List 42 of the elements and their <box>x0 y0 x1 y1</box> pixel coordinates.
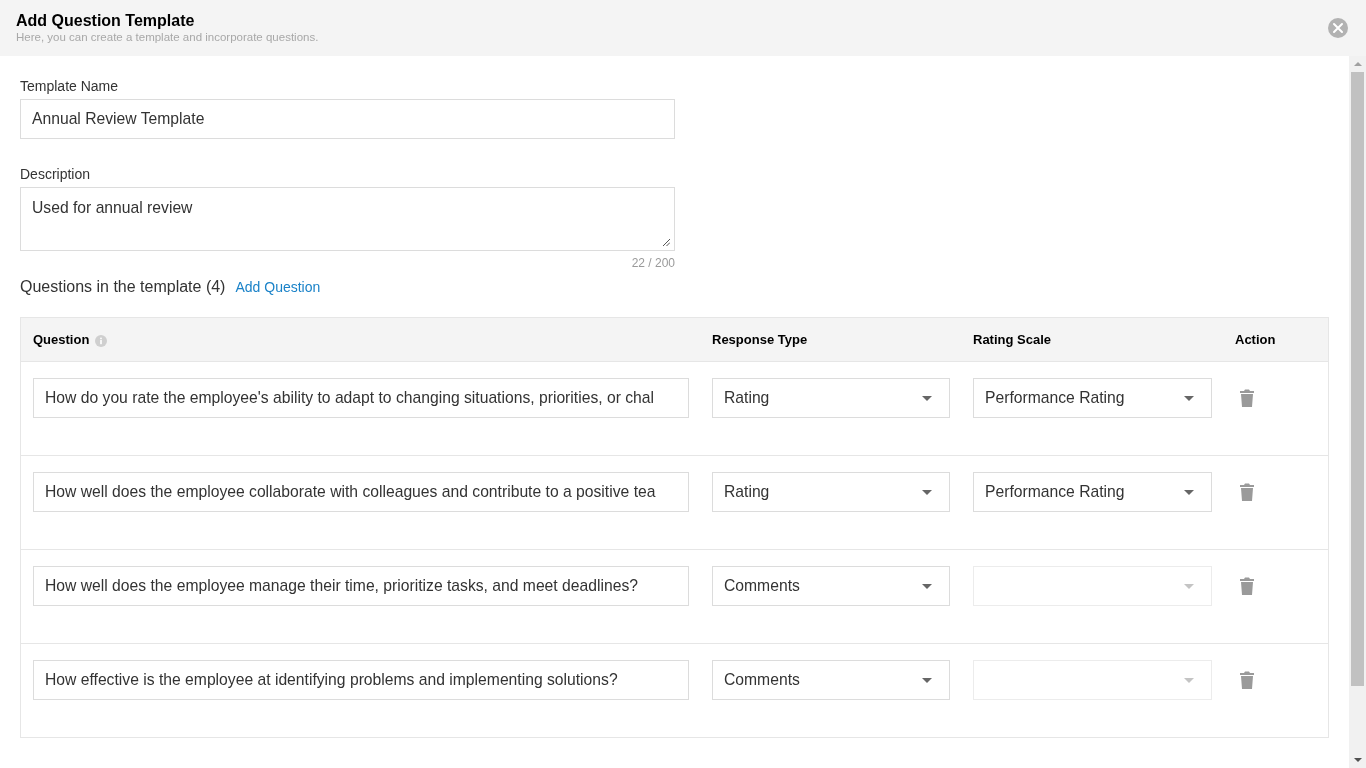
question-field[interactable]: How effective is the employee at identifying problems and implementing solutions? <box>33 660 689 700</box>
info-icon[interactable] <box>95 334 108 347</box>
description-field[interactable]: Used for annual review <box>20 187 675 251</box>
column-header: Rating Scale <box>973 332 1052 347</box>
question-field[interactable]: How well does the employee collaborate with colleagues and contribute to a positive tea <box>33 472 689 512</box>
close-icon[interactable] <box>1328 18 1348 38</box>
dialog-subtitle: Here, you can create a template and incorporate questions. <box>16 29 319 44</box>
response-type-dropdown[interactable]: Rating <box>712 378 950 418</box>
field-label: Description <box>20 165 91 183</box>
question-field[interactable]: How well does the employee manage their time, prioritize tasks, and meet deadlines? <box>33 566 689 606</box>
question-field[interactable]: How do you rate the employee's ability to adapt to changing situations, priorities, or chal <box>33 378 689 418</box>
trash-icon[interactable] <box>1240 577 1254 595</box>
column-header: Action <box>1235 332 1276 347</box>
response-type-dropdown[interactable]: Comments <box>712 660 950 700</box>
dialog-title: Add Question Template <box>16 10 195 30</box>
trash-icon[interactable] <box>1240 389 1254 407</box>
rating-scale-dropdown[interactable]: Performance Rating <box>973 472 1212 512</box>
scrollbar[interactable] <box>1349 56 1366 768</box>
template-name-field[interactable]: Annual Review Template <box>20 99 675 139</box>
scrollbar-thumb[interactable] <box>1351 72 1364 686</box>
section-title: Questions in the template (4) <box>20 277 226 297</box>
caret-icon <box>922 489 932 495</box>
caret-icon <box>1184 489 1194 495</box>
caret-icon <box>1184 677 1194 683</box>
column-header: Response Type <box>712 332 808 347</box>
character-counter: 22 / 200 <box>631 256 675 270</box>
response-type-dropdown[interactable]: Comments <box>712 566 950 606</box>
caret-icon <box>1184 395 1194 401</box>
response-type-dropdown[interactable]: Rating <box>712 472 950 512</box>
scroll-up-icon[interactable] <box>1353 62 1362 66</box>
caret-icon <box>1184 583 1194 589</box>
caret-icon <box>922 677 932 683</box>
field-label: Template Name <box>20 77 119 95</box>
column-header: Question <box>33 332 90 347</box>
trash-icon[interactable] <box>1240 671 1254 689</box>
caret-icon <box>922 395 932 401</box>
resize-handle-icon[interactable] <box>662 238 670 246</box>
trash-icon[interactable] <box>1240 483 1254 501</box>
scroll-down-icon[interactable] <box>1353 758 1362 762</box>
rating-scale-dropdown[interactable]: Performance Rating <box>973 378 1212 418</box>
add-question-link[interactable]: Add Question <box>235 277 321 297</box>
caret-icon <box>922 583 932 589</box>
